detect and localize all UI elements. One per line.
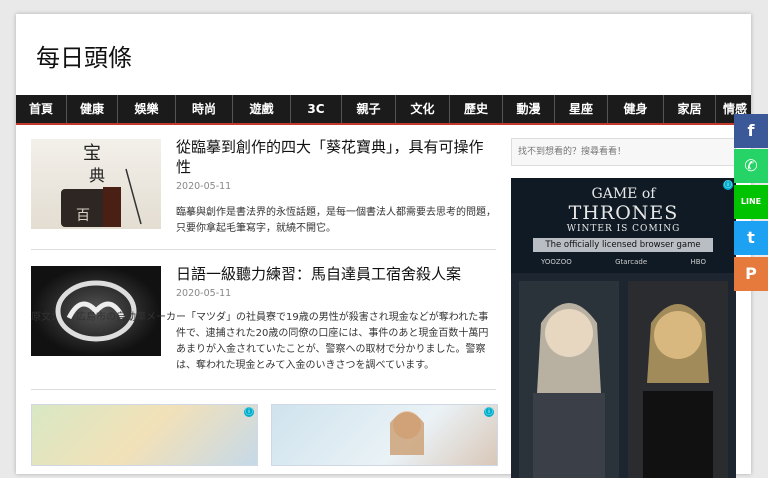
twitter-share-button[interactable]: t [734,221,768,255]
nav-item-parenting[interactable]: 親子 [342,95,396,123]
ad-tagline: The officially licensed browser game [533,238,713,252]
brand-gtarcade: Gtarcade [615,258,648,266]
nav-item-home[interactable]: 首頁 [16,95,67,123]
site-title[interactable]: 每日頭條 [36,38,132,73]
ad-row: ⓘ ⓘ [31,404,498,466]
nav-item-3c[interactable]: 3C [291,95,342,123]
article-title[interactable]: 從臨摹到創作的四大「葵花寶典」，具有可操作性 [176,137,496,177]
facebook-share-button[interactable]: f [734,114,768,148]
nav-item-fashion[interactable]: 時尚 [176,95,233,123]
ad-choices-icon[interactable]: ⓘ [244,407,254,417]
nav-item-games[interactable]: 遊戲 [233,95,291,123]
sidebar-ad[interactable]: ⓘ GAME of THRONES WINTER IS COMING The o… [511,178,736,478]
brand-hbo: HBO [690,258,706,266]
plurk-share-button[interactable]: P [734,257,768,291]
brand-yoozoo: YOOZOO [541,258,572,266]
line-icon: LINE [740,197,762,206]
ad-banner-right[interactable]: ⓘ [271,404,498,466]
article-date: 2020-05-11 [176,181,232,192]
nav-item-history[interactable]: 歷史 [450,95,503,123]
nav-item-entertainment[interactable]: 娛樂 [118,95,176,123]
search-input[interactable] [511,138,736,166]
article-excerpt: 臨摹與創作是書法界的永恆話題，是每一個書法人都需要去思考的問題，只要你拿起毛筆寫… [176,207,496,234]
calligraphy-image: 宝 典 [61,143,142,227]
twitter-icon: t [747,228,755,247]
plurk-icon: P [745,264,757,283]
article-item: 宝 典 百 從臨摹到創作的四大「葵花寶典」，具有可操作性 2020-05-11 … [31,137,496,250]
svg-text:典: 典 [89,166,105,185]
whatsapp-icon: ✆ [744,156,758,175]
article-list: 宝 典 百 從臨摹到創作的四大「葵花寶典」，具有可操作性 2020-05-11 … [31,137,496,406]
ad-subtitle: WINTER IS COMING [566,224,681,234]
characters-image [511,273,736,478]
article-title[interactable]: 日語一級聽力練習：馬自達員工宿舍殺人案 [176,264,496,284]
page-container: 每日頭條 首頁 健康 娛樂 時尚 遊戲 3C 親子 文化 歷史 動漫 星座 健身… [16,14,751,478]
ad-title-line2: THRONES [568,202,679,224]
ad-brands: YOOZOO Gtarcade HBO [541,258,706,266]
article-excerpt: 原文： 広島市の自動車メーカー「マツダ」の社員寮で19歳の男性が殺害され現金など… [31,310,496,374]
nav-item-horoscope[interactable]: 星座 [555,95,608,123]
nav-item-home-living[interactable]: 家居 [664,95,716,123]
ad-banner-left[interactable]: ⓘ [31,404,258,466]
whatsapp-share-button[interactable]: ✆ [734,149,768,183]
facebook-icon: f [747,121,755,140]
article-thumbnail[interactable]: 宝 典 百 [31,139,161,229]
ad-title-line1: GAME of [591,186,656,202]
nav-item-culture[interactable]: 文化 [396,95,450,123]
line-share-button[interactable]: LINE [734,185,768,219]
sidebar: ⓘ GAME of THRONES WINTER IS COMING The o… [511,138,736,478]
article-date: 2020-05-11 [176,288,232,299]
nav-item-anime[interactable]: 動漫 [503,95,555,123]
main-nav: 首頁 健康 娛樂 時尚 遊戲 3C 親子 文化 歷史 動漫 星座 健身 家居 情… [16,95,751,125]
svg-text:宝: 宝 [83,143,101,164]
nav-item-health[interactable]: 健康 [67,95,118,123]
thumb-text: 百 [76,208,90,224]
portrait-image [390,411,424,455]
article-item: 日語一級聽力練習：馬自達員工宿舍殺人案 2020-05-11 原文： 広島市の自… [31,264,496,390]
nav-item-fitness[interactable]: 健身 [608,95,664,123]
